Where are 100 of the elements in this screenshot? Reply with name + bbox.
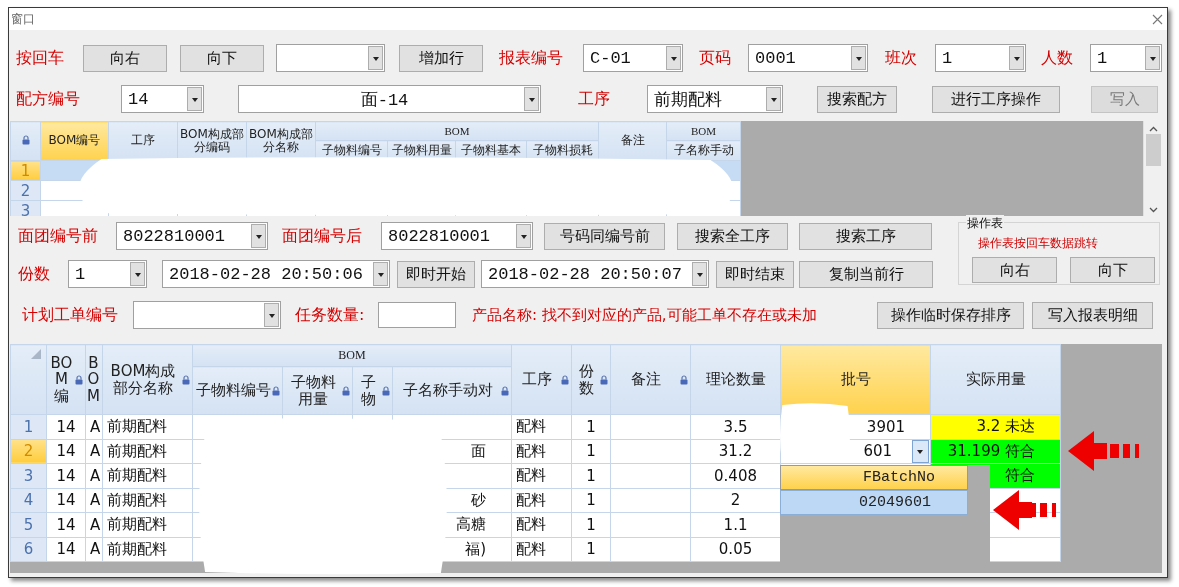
lock-icon (21, 135, 30, 145)
column-header[interactable]: 批号 (780, 344, 931, 415)
column-header[interactable]: 子物 (352, 366, 393, 415)
dropdown-button[interactable] (851, 46, 866, 70)
table-cell: 前期配料 (102, 537, 193, 562)
dropdown-field[interactable]: 0001 (748, 44, 868, 72)
column-header[interactable]: BOM构成部分名称 (102, 344, 193, 415)
text-field[interactable] (378, 302, 456, 328)
lock-icon (342, 385, 350, 396)
table-cell: 配料 (511, 463, 572, 488)
dropdown-button[interactable] (666, 46, 681, 70)
dropdown-field[interactable]: C-01 (583, 44, 683, 72)
button[interactable]: 写入报表明细 (1032, 301, 1153, 329)
button[interactable]: 向右 (83, 44, 167, 72)
scroll-up-icon[interactable] (1149, 126, 1158, 132)
row-header[interactable]: 6 (10, 537, 47, 562)
table-cell: 1 (571, 537, 611, 562)
lock-icon (75, 374, 83, 385)
dropdown-field[interactable]: 面-14 (238, 85, 541, 113)
column-header[interactable]: 实际用量 (930, 344, 1061, 415)
table-cell: 1 (571, 439, 611, 464)
dropdown-button[interactable] (373, 262, 388, 286)
field-label: 任务数量: (295, 304, 366, 326)
button[interactable]: 进行工序操作 (932, 85, 1060, 113)
button[interactable]: 向下 (1070, 257, 1155, 283)
lock-icon (561, 374, 570, 385)
dropdown-item[interactable]: 02049601 (780, 490, 968, 515)
dropdown-button[interactable] (766, 87, 781, 111)
button[interactable]: 复制当前行 (799, 260, 933, 288)
row-header[interactable]: 3 (10, 463, 47, 488)
button[interactable]: 向下 (180, 44, 264, 72)
dropdown-field[interactable]: 前期配料 (647, 85, 783, 113)
column-header[interactable]: BOM编 (46, 344, 86, 415)
dropdown-button[interactable] (251, 224, 266, 248)
column-header[interactable]: 工序 (108, 121, 178, 161)
button[interactable]: 增加行 (399, 44, 483, 72)
column-header: FBatchNo (780, 465, 968, 490)
column-header[interactable]: BOM编号 (40, 121, 109, 161)
dropdown-button[interactable] (130, 262, 145, 286)
dropdown-button[interactable] (692, 262, 707, 286)
column-header[interactable]: 子物料编号 (192, 366, 283, 415)
dropdown-button[interactable] (187, 87, 202, 111)
dropdown-button[interactable] (524, 87, 539, 111)
button[interactable]: 操作临时保存排序 (877, 301, 1024, 329)
column-group-header: BOM (315, 121, 599, 141)
close-icon[interactable] (1152, 13, 1163, 25)
lock-icon (501, 385, 510, 396)
field-label: 按回车 (16, 47, 65, 69)
button[interactable]: 即时开始 (397, 260, 475, 288)
dropdown-button[interactable] (1009, 46, 1024, 70)
lock-icon (680, 374, 689, 385)
date-time-picker[interactable]: 2018-02-28 20:50:07 (481, 260, 709, 288)
column-header[interactable]: 理论数量 (690, 344, 781, 415)
row-header[interactable]: 4 (10, 488, 47, 513)
scroll-thumb[interactable] (1146, 134, 1161, 166)
scroll-down-icon[interactable] (1149, 207, 1158, 213)
button[interactable]: 搜索工序 (799, 222, 932, 250)
dropdown-field[interactable] (276, 44, 385, 72)
window-title: 窗口 (11, 10, 35, 28)
table-cell: 前期配料 (102, 488, 193, 513)
button[interactable]: 向右 (972, 257, 1057, 283)
dropdown-button[interactable] (516, 224, 531, 248)
table-cell: 14 (46, 537, 86, 562)
table-cell: 14 (46, 463, 86, 488)
column-header[interactable]: 子物料用量 (282, 366, 353, 415)
row-header[interactable]: 1 (10, 414, 47, 439)
button[interactable]: 搜索配方 (817, 85, 897, 113)
dropdown-field[interactable]: 8022810001 (116, 222, 268, 250)
column-header[interactable]: 子名称手动对 (392, 366, 512, 415)
field-label: 工序 (578, 88, 611, 110)
column-group-header: BOM (666, 121, 741, 141)
column-header[interactable]: 份数 (571, 344, 611, 415)
button[interactable]: 搜索全工序 (677, 222, 788, 250)
date-time-picker[interactable]: 2018-02-28 20:50:06 (162, 260, 390, 288)
table-cell: 1 (571, 414, 611, 439)
column-header[interactable]: BOM构成部分编码 (177, 121, 247, 161)
table-cell: A (85, 537, 103, 562)
dropdown-field[interactable]: 1 (68, 260, 147, 288)
table-cell: 14 (46, 512, 86, 537)
column-header[interactable]: 备注 (610, 344, 691, 415)
dropdown-field[interactable]: 8022810001 (381, 222, 533, 250)
table-cell: 前期配料 (102, 512, 193, 537)
row-header[interactable]: 2 (10, 180, 41, 201)
table-cell: 配料 (511, 414, 572, 439)
dropdown-field[interactable]: 1 (1090, 44, 1162, 72)
dropdown-field[interactable] (133, 301, 281, 329)
row-header[interactable]: 5 (10, 512, 47, 537)
dropdown-field[interactable]: 1 (935, 44, 1026, 72)
dropdown-button[interactable] (368, 46, 383, 70)
table-cell: 配料 (511, 537, 572, 562)
column-header[interactable]: 工序 (511, 344, 572, 415)
hint-text: 操作表按回车数据跳转 (978, 235, 1099, 252)
field-label: 面团编号前 (18, 225, 99, 247)
table-cell: 14 (46, 414, 86, 439)
button[interactable]: 即时结束 (716, 260, 794, 288)
column-header[interactable]: 备注 (598, 121, 667, 161)
dropdown-button[interactable] (264, 303, 279, 327)
dropdown-button[interactable] (1145, 46, 1160, 70)
dropdown-field[interactable]: 14 (121, 85, 204, 113)
button[interactable]: 号码同编号前 (544, 222, 665, 250)
